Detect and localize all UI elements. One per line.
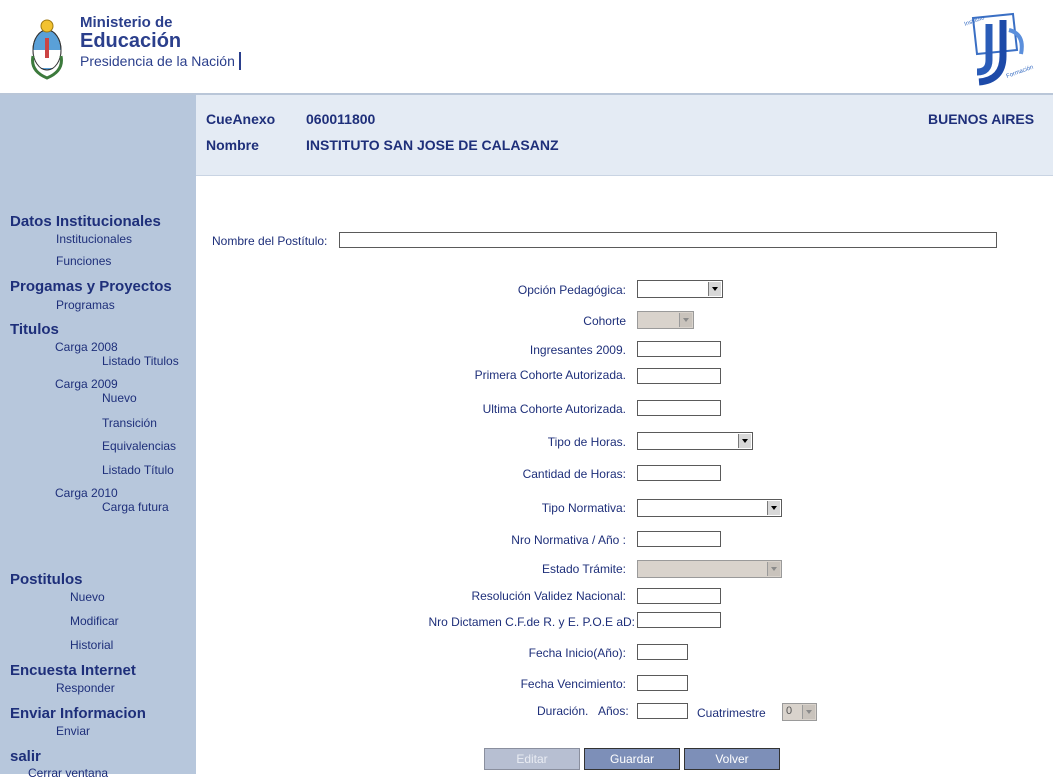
sidebar-item-postitulo-nuevo[interactable]: Nuevo [70, 590, 105, 604]
chevron-down-icon [802, 705, 815, 719]
tipo-normativa-select[interactable] [637, 499, 782, 517]
sidebar-item-enviar[interactable]: Enviar [56, 724, 90, 738]
nro-normativa-input[interactable] [637, 531, 721, 547]
dictamen-input[interactable] [637, 612, 721, 628]
sidebar-item-carga-futura[interactable]: Carga futura [102, 500, 169, 514]
volver-button[interactable]: Volver [684, 748, 780, 770]
nombre-postitulo-label: Nombre del Postítulo: [212, 234, 328, 248]
institution-info-bar: CueAnexo 060011800 BUENOS AIRES Nombre I… [196, 95, 1053, 176]
ministry-wordmark: Ministerio de Educación Presidencia de l… [80, 14, 241, 71]
cue-value: 060011800 [306, 111, 376, 127]
chevron-down-icon [767, 562, 780, 576]
duracion-label: Duración. [537, 704, 589, 718]
anios-label: Años: [598, 704, 629, 718]
sidebar-group-carga-2009: Carga 2009 [55, 377, 118, 391]
sidebar-group-carga-2008: Carga 2008 [55, 340, 118, 354]
sidebar-item-institucionales[interactable]: Institucionales [56, 232, 132, 246]
sidebar-item-nuevo[interactable]: Nuevo [102, 391, 137, 405]
ultima-cohorte-label: Ultima Cohorte Autorizada. [482, 402, 626, 416]
sidebar-item-listado-titulos[interactable]: Listado Titulos [102, 354, 179, 368]
sidebar-section-programas: Progamas y Proyectos [10, 278, 172, 295]
cuatrimestre-value: 0 [786, 705, 793, 717]
sidebar-section-datos: Datos Institucionales [10, 213, 161, 230]
cue-label: CueAnexo [206, 111, 276, 127]
fecha-inicio-label: Fecha Inicio(Año): [528, 646, 626, 660]
sidebar: Datos Institucionales Institucionales Fu… [0, 95, 196, 780]
province-value: BUENOS AIRES [928, 111, 1035, 127]
sidebar-section-salir: salir [10, 748, 41, 765]
sidebar-group-carga-2010: Carga 2010 [55, 486, 118, 500]
cuatrimestre-label: Cuatrimestre [697, 706, 766, 720]
cantidad-horas-label: Cantidad de Horas: [522, 467, 626, 481]
sidebar-item-historial[interactable]: Historial [70, 638, 113, 652]
chevron-down-icon [708, 282, 721, 296]
chevron-down-icon [738, 434, 751, 448]
instituto-nacional-formacion-docente-logo: Instituto Formación [964, 12, 1035, 86]
chevron-down-icon [767, 501, 780, 515]
ministry-line-1: Ministerio de [80, 14, 173, 31]
anios-input[interactable] [637, 703, 688, 719]
resolucion-label: Resolución Validez Nacional: [471, 589, 626, 603]
primera-cohorte-input[interactable] [637, 368, 721, 384]
tipo-horas-select[interactable] [637, 432, 753, 450]
sidebar-item-programas[interactable]: Programas [56, 298, 115, 312]
opcion-pedagogica-label: Opción Pedagógica: [517, 283, 626, 297]
nro-normativa-label: Nro Normativa / Año : [511, 533, 626, 547]
cantidad-horas-input[interactable] [637, 465, 721, 481]
sidebar-item-cerrar-ventana[interactable]: Cerrar ventana [28, 766, 108, 780]
sidebar-item-listado-titulo[interactable]: Listado Título [102, 463, 174, 477]
fecha-vencimiento-input[interactable] [637, 675, 688, 691]
svg-text:Formación: Formación [1006, 65, 1035, 80]
nombre-value: INSTITUTO SAN JOSE DE CALASANZ [306, 137, 559, 153]
cuatrimestre-select[interactable]: 0 [782, 703, 817, 721]
ministry-line-3: Presidencia de la Nación [80, 52, 241, 70]
resolucion-input[interactable] [637, 588, 721, 604]
sidebar-item-responder[interactable]: Responder [56, 681, 115, 695]
editar-button[interactable]: Editar [484, 748, 580, 770]
estado-tramite-label: Estado Trámite: [541, 562, 626, 576]
sidebar-item-funciones[interactable]: Funciones [56, 254, 111, 268]
cohorte-select[interactable] [637, 311, 694, 329]
sidebar-item-modificar[interactable]: Modificar [70, 614, 119, 628]
tipo-horas-label: Tipo de Horas. [547, 435, 626, 449]
sidebar-section-enviar: Enviar Informacion [10, 705, 146, 722]
sidebar-item-transicion[interactable]: Transición [102, 416, 157, 430]
guardar-button[interactable]: Guardar [584, 748, 680, 770]
primera-cohorte-label: Primera Cohorte Autorizada. [474, 368, 626, 382]
nombre-postitulo-input[interactable] [339, 232, 997, 248]
dictamen-label: Nro Dictamen C.F.de R. y E. P.O.E aD: [428, 615, 635, 629]
sidebar-section-postitulos: Postitulos [10, 571, 83, 588]
argentina-coat-of-arms-icon [31, 19, 63, 80]
nombre-label: Nombre [206, 137, 259, 153]
fecha-vencimiento-label: Fecha Vencimiento: [520, 677, 626, 691]
cohorte-label: Cohorte [583, 314, 626, 328]
estado-tramite-select[interactable] [637, 560, 782, 578]
sidebar-section-encuesta: Encuesta Internet [10, 662, 136, 679]
page-header: Ministerio de Educación Presidencia de l… [0, 0, 1053, 95]
fecha-inicio-input[interactable] [637, 644, 688, 660]
chevron-down-icon [679, 313, 692, 327]
sidebar-item-equivalencias[interactable]: Equivalencias [102, 439, 176, 453]
tipo-normativa-label: Tipo Normativa: [541, 501, 626, 515]
sidebar-section-titulos: Titulos [10, 321, 59, 338]
ingresantes-label: Ingresantes 2009. [529, 343, 626, 357]
ingresantes-input[interactable] [637, 341, 721, 357]
ultima-cohorte-input[interactable] [637, 400, 721, 416]
ministry-line-2: Educación [80, 30, 182, 52]
opcion-pedagogica-select[interactable] [637, 280, 723, 298]
